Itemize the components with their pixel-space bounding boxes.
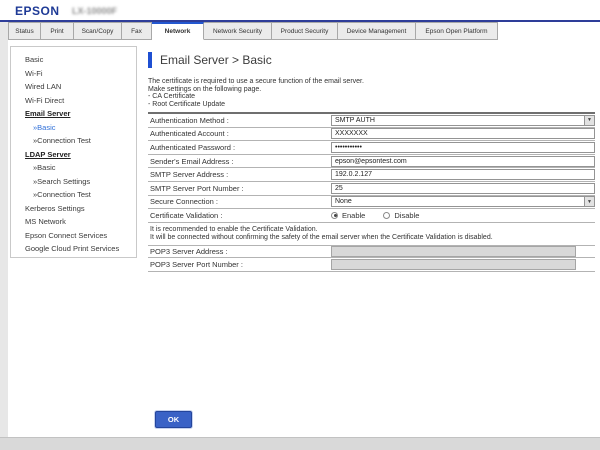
sidebar-item-google-cloud-print-services[interactable]: Google Cloud Print Services [11, 242, 136, 256]
field-label: Authentication Method : [148, 116, 331, 125]
description: The certificate is required to use a sec… [148, 78, 595, 108]
field-label: Sender's Email Address : [148, 157, 331, 166]
page-title: Email Server > Basic [160, 53, 272, 67]
field-label: Authenticated Account : [148, 129, 331, 138]
dropdown-arrow-icon: ▼ [584, 197, 594, 206]
tab-network[interactable]: Network [152, 22, 204, 40]
note-line: It is recommended to enable the Certific… [150, 226, 595, 234]
sidebar-item-wifi-direct[interactable]: Wi-Fi Direct [11, 94, 136, 108]
disable-radio-label: Disable [394, 211, 419, 220]
email-server-form: Authentication Method : SMTP AUTH ▼ Auth… [148, 112, 595, 223]
certificate-validation-note: It is recommended to enable the Certific… [148, 223, 595, 245]
sidebar-item-wifi[interactable]: Wi-Fi [11, 67, 136, 81]
sidebar-group-ldap-server[interactable]: LDAP Server [11, 148, 136, 162]
field-label: POP3 Server Address : [148, 247, 331, 256]
note-line: It will be connected without confirming … [150, 234, 595, 242]
tab-fax[interactable]: Fax [122, 22, 152, 40]
description-line: - Root Certificate Update [148, 101, 595, 109]
tab-epson-open-platform[interactable]: Epson Open Platform [416, 22, 498, 40]
dropdown-arrow-icon: ▼ [584, 116, 594, 125]
sidebar-item-email-server-connection-test[interactable]: »Connection Test [11, 134, 136, 148]
sidebar-item-basic[interactable]: Basic [11, 53, 136, 67]
tab-print[interactable]: Print [41, 22, 74, 40]
authenticated-account-input[interactable] [331, 128, 595, 139]
sidebar-item-ms-network[interactable]: MS Network [11, 215, 136, 229]
senders-email-address-input[interactable] [331, 156, 595, 167]
smtp-server-address-input[interactable] [331, 169, 595, 180]
field-label: SMTP Server Port Number : [148, 184, 331, 193]
field-label: Certificate Validation : [148, 211, 331, 220]
enable-radio-label: Enable [342, 211, 365, 220]
title-accent-bar [148, 52, 152, 68]
description-line: - CA Certificate [148, 93, 595, 101]
authenticated-password-input[interactable] [331, 142, 595, 153]
secure-connection-select[interactable]: None ▼ [331, 196, 595, 207]
form-row: Authenticated Password : [148, 141, 595, 155]
sidebar-item-ldap-search-settings[interactable]: »Search Settings [11, 175, 136, 189]
form-row: Secure Connection : None ▼ [148, 196, 595, 210]
disable-radio[interactable] [383, 212, 390, 219]
sidebar-item-ldap-connection-test[interactable]: »Connection Test [11, 188, 136, 202]
tab-product-security[interactable]: Product Security [272, 22, 338, 40]
main-content: Email Server > Basic The certificate is … [148, 46, 595, 272]
sidebar-group-email-server[interactable]: Email Server [11, 107, 136, 121]
form-row: SMTP Server Address : [148, 168, 595, 182]
form-row: SMTP Server Port Number : [148, 182, 595, 196]
selected-value: SMTP AUTH [332, 117, 375, 124]
pop3-form: POP3 Server Address : POP3 Server Port N… [148, 245, 595, 272]
selected-value: None [332, 198, 352, 205]
description-line: The certificate is required to use a sec… [148, 78, 595, 86]
tab-network-security[interactable]: Network Security [204, 22, 272, 40]
top-tab-bar: Status Print Scan/Copy Fax Network Netwo… [8, 22, 498, 40]
form-row: Authentication Method : SMTP AUTH ▼ [148, 114, 595, 128]
ok-button[interactable]: OK [155, 411, 192, 428]
field-label: POP3 Server Port Number : [148, 260, 331, 269]
epson-logo: EPSON [15, 4, 60, 18]
sidebar-nav: Basic Wi-Fi Wired LAN Wi-Fi Direct Email… [10, 46, 137, 258]
sidebar-item-ldap-basic[interactable]: »Basic [11, 161, 136, 175]
epson-web-config-page: EPSON LX-10000F Status Print Scan/Copy F… [0, 0, 600, 450]
form-row: POP3 Server Address : [148, 245, 595, 259]
page-title-row: Email Server > Basic [148, 52, 595, 68]
footer-bar [0, 437, 600, 450]
sidebar-item-wired-lan[interactable]: Wired LAN [11, 80, 136, 94]
tab-status[interactable]: Status [8, 22, 41, 40]
field-label: Secure Connection : [148, 197, 331, 206]
field-label: Authenticated Password : [148, 143, 331, 152]
sidebar-item-kerberos-settings[interactable]: Kerberos Settings [11, 202, 136, 216]
smtp-server-port-input[interactable] [331, 183, 595, 194]
form-row: POP3 Server Port Number : [148, 258, 595, 272]
authentication-method-select[interactable]: SMTP AUTH ▼ [331, 115, 595, 126]
pop3-server-address-input [331, 246, 576, 257]
printer-model-label: LX-10000F [72, 6, 117, 16]
field-label: SMTP Server Address : [148, 170, 331, 179]
header: EPSON LX-10000F [0, 0, 600, 20]
tab-device-management[interactable]: Device Management [338, 22, 416, 40]
tab-scan-copy[interactable]: Scan/Copy [74, 22, 122, 40]
form-row: Authenticated Account : [148, 128, 595, 142]
enable-radio[interactable] [331, 212, 338, 219]
certificate-validation-radio-group: Enable Disable [331, 211, 433, 220]
left-gutter [0, 22, 8, 437]
form-row: Certificate Validation : Enable Disable [148, 209, 595, 223]
pop3-server-port-input [331, 259, 576, 270]
form-row: Sender's Email Address : [148, 155, 595, 169]
sidebar-item-email-server-basic[interactable]: »Basic [11, 121, 136, 135]
sidebar-item-epson-connect-services[interactable]: Epson Connect Services [11, 229, 136, 243]
description-line: Make settings on the following page. [148, 86, 595, 94]
